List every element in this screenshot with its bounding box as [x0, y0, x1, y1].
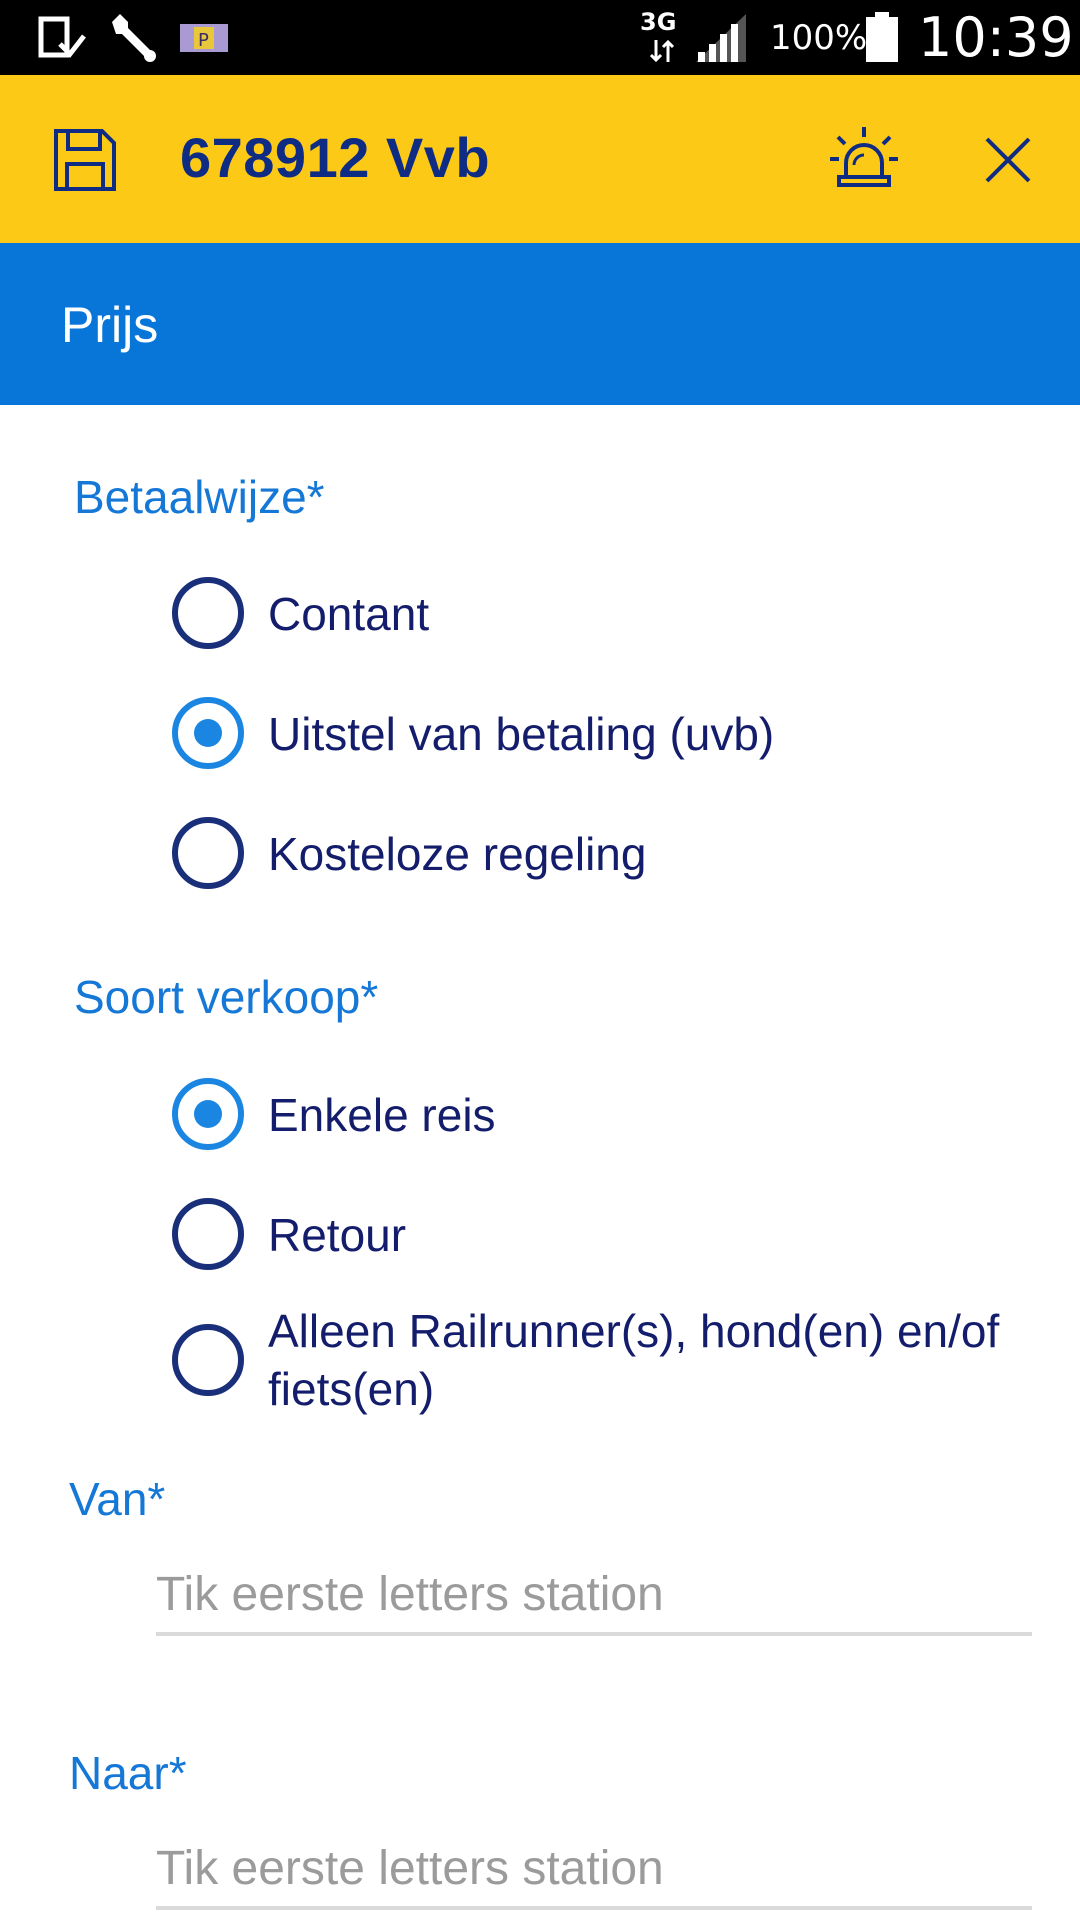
signal-icon	[696, 14, 746, 62]
wrench-icon	[112, 14, 156, 62]
radio-retour[interactable]	[172, 1198, 244, 1270]
network-type: 3G	[640, 8, 677, 36]
radio-enkele-reis[interactable]	[172, 1078, 244, 1150]
app-header: 678912 Vvb	[0, 75, 1080, 243]
section-header: Prijs	[0, 243, 1080, 405]
status-bar: P 3G 100% 10:39	[0, 0, 1080, 75]
close-icon	[985, 137, 1031, 183]
clock: 10:39	[918, 6, 1074, 69]
naar-station-input[interactable]	[156, 1830, 1032, 1910]
option-label-kosteloze-regeling[interactable]: Kosteloze regeling	[268, 825, 646, 883]
option-label-enkele-reis[interactable]: Enkele reis	[268, 1086, 496, 1144]
download-complete-icon	[38, 16, 86, 58]
alarm-button[interactable]	[816, 115, 912, 205]
naar-label: Naar*	[69, 1747, 187, 1799]
floppy-disk-icon	[54, 129, 116, 191]
siren-icon	[830, 127, 898, 187]
data-arrows-icon	[650, 40, 674, 62]
radio-alleen-railrunners[interactable]	[172, 1324, 244, 1396]
radio-uitstel-van-betaling[interactable]	[172, 697, 244, 769]
svg-text:P: P	[198, 30, 209, 51]
van-label: Van*	[69, 1473, 166, 1525]
battery-icon	[866, 12, 898, 62]
parking-app-icon: P	[180, 24, 228, 52]
save-button[interactable]	[40, 115, 130, 205]
close-button[interactable]	[960, 115, 1056, 205]
van-station-input[interactable]	[156, 1556, 1032, 1636]
section-title: Prijs	[61, 297, 159, 353]
radio-kosteloze-regeling[interactable]	[172, 817, 244, 889]
battery-percent: 100%	[770, 18, 868, 58]
option-label-contant[interactable]: Contant	[268, 585, 429, 643]
radio-contant[interactable]	[172, 577, 244, 649]
betaalwijze-label: Betaalwijze*	[74, 471, 325, 523]
page-title: 678912 Vvb	[180, 126, 491, 189]
option-label-retour[interactable]: Retour	[268, 1206, 406, 1264]
option-label-uitstel-van-betaling[interactable]: Uitstel van betaling (uvb)	[268, 705, 774, 763]
option-label-alleen-railrunners[interactable]: Alleen Railrunner(s), hond(en) en/of fie…	[268, 1302, 1068, 1418]
soort-verkoop-label: Soort verkoop*	[74, 971, 379, 1023]
